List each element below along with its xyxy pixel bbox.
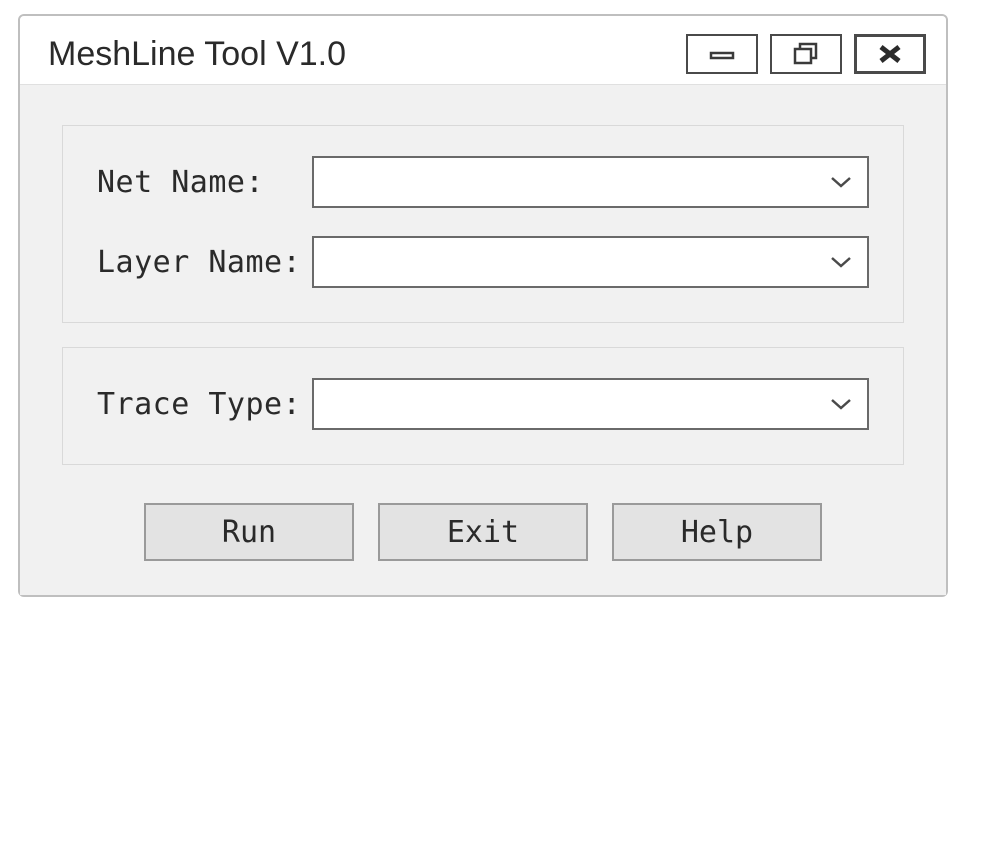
maximize-icon — [791, 42, 821, 66]
field-row-trace-type: Trace Type: — [97, 378, 869, 430]
layer-name-dropdown[interactable] — [312, 236, 869, 288]
trace-type-dropdown[interactable] — [312, 378, 869, 430]
window-title: MeshLine Tool V1.0 — [48, 35, 346, 74]
close-icon — [875, 43, 905, 65]
client-area: Net Name: Layer Name: — [20, 85, 946, 595]
chevron-down-icon — [829, 255, 853, 269]
trace-type-label: Trace Type: — [97, 387, 312, 422]
run-button[interactable]: Run — [144, 503, 354, 561]
net-name-label: Net Name: — [97, 165, 312, 200]
group-trace: Trace Type: — [62, 347, 904, 465]
field-row-net-name: Net Name: — [97, 156, 869, 208]
chevron-down-icon — [829, 397, 853, 411]
titlebar: MeshLine Tool V1.0 — [20, 16, 946, 85]
close-button[interactable] — [854, 34, 926, 74]
group-net-layer: Net Name: Layer Name: — [62, 125, 904, 323]
layer-name-label: Layer Name: — [97, 245, 312, 280]
minimize-button[interactable] — [686, 34, 758, 74]
chevron-down-icon — [829, 175, 853, 189]
maximize-button[interactable] — [770, 34, 842, 74]
minimize-icon — [707, 47, 737, 61]
net-name-dropdown[interactable] — [312, 156, 869, 208]
application-window: MeshLine Tool V1.0 — [18, 14, 948, 597]
button-row: Run Exit Help — [62, 503, 904, 561]
field-row-layer-name: Layer Name: — [97, 236, 869, 288]
help-button[interactable]: Help — [612, 503, 822, 561]
window-controls — [686, 34, 926, 74]
exit-button[interactable]: Exit — [378, 503, 588, 561]
